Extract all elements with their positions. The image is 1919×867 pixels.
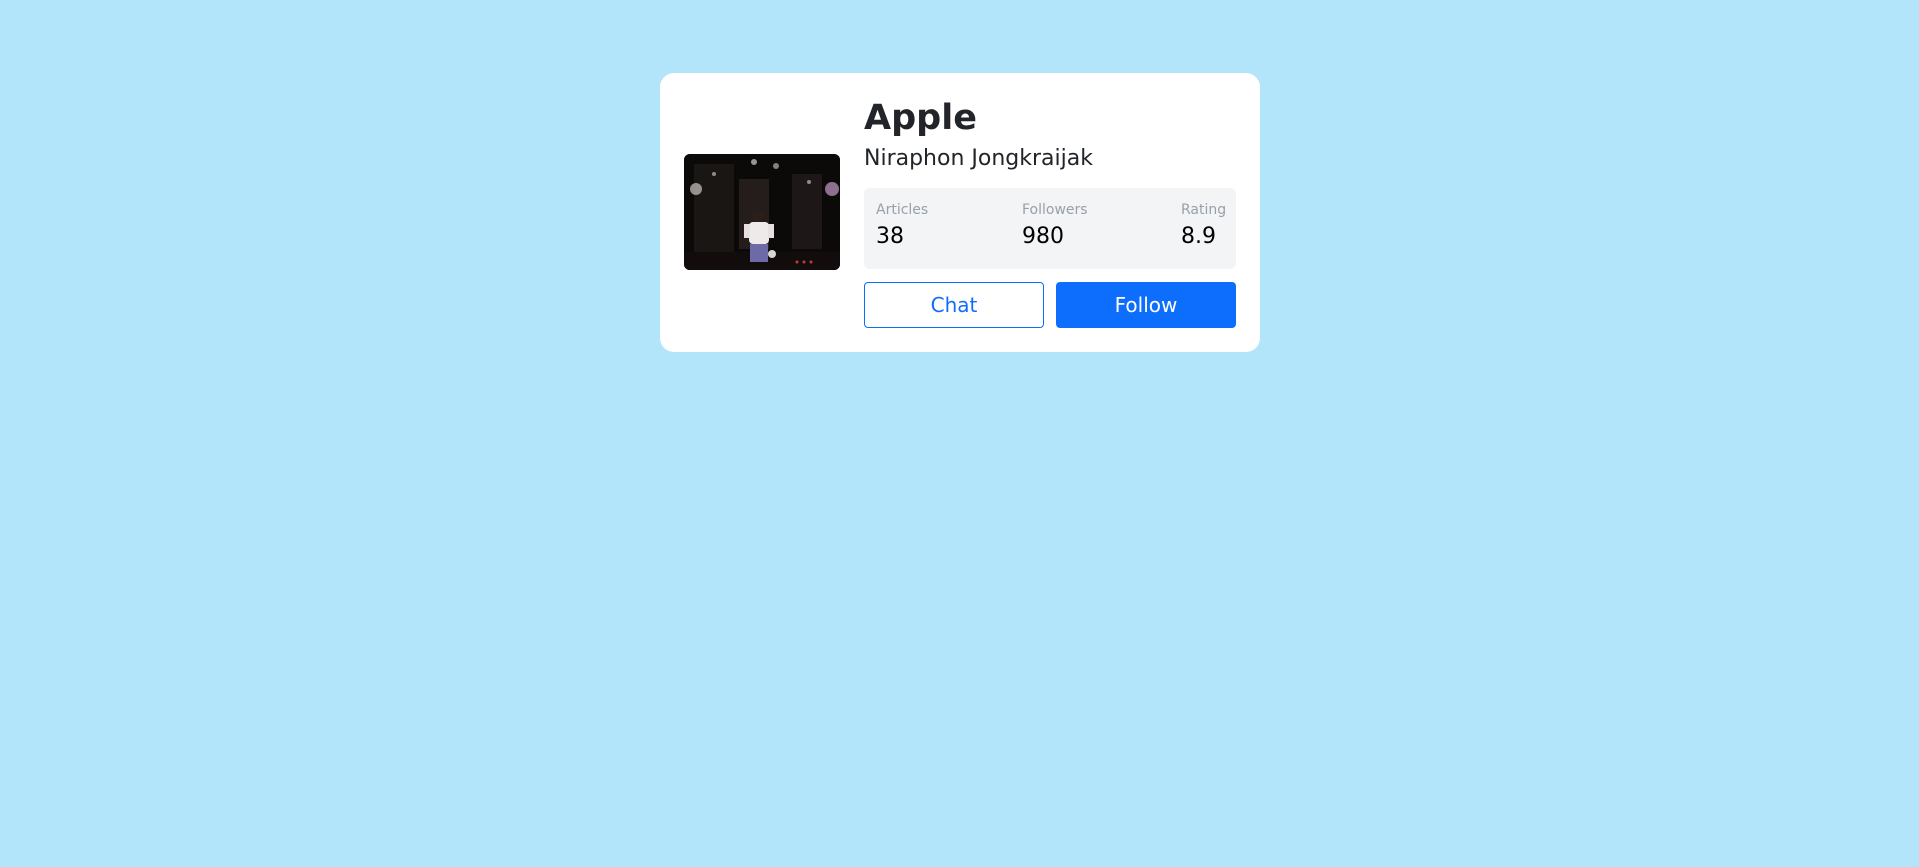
stat-value: 8.9 [1181, 224, 1216, 249]
stat-value: 38 [876, 224, 904, 249]
profile-title: Apple [864, 98, 977, 138]
stat-label: Rating [1181, 202, 1227, 218]
profile-photo [684, 154, 840, 270]
stat-label: Articles [876, 202, 929, 218]
stat-value: 980 [1022, 224, 1064, 249]
profile-photo-image [684, 154, 840, 270]
stat-label: Followers [1022, 202, 1088, 218]
stat-followers: Followers 980 [1022, 202, 1088, 249]
chat-button[interactable]: Chat [864, 282, 1044, 328]
stat-articles: Articles 38 [876, 202, 928, 249]
profile-card: Apple Niraphon Jongkraijak Articles 38 F… [660, 73, 1260, 352]
profile-name: Niraphon Jongkraijak [864, 146, 1093, 171]
stats-panel: Articles 38 Followers 980 Rating 8.9 [864, 188, 1236, 269]
follow-button[interactable]: Follow [1056, 282, 1236, 328]
stat-rating: Rating 8.9 [1181, 202, 1226, 249]
